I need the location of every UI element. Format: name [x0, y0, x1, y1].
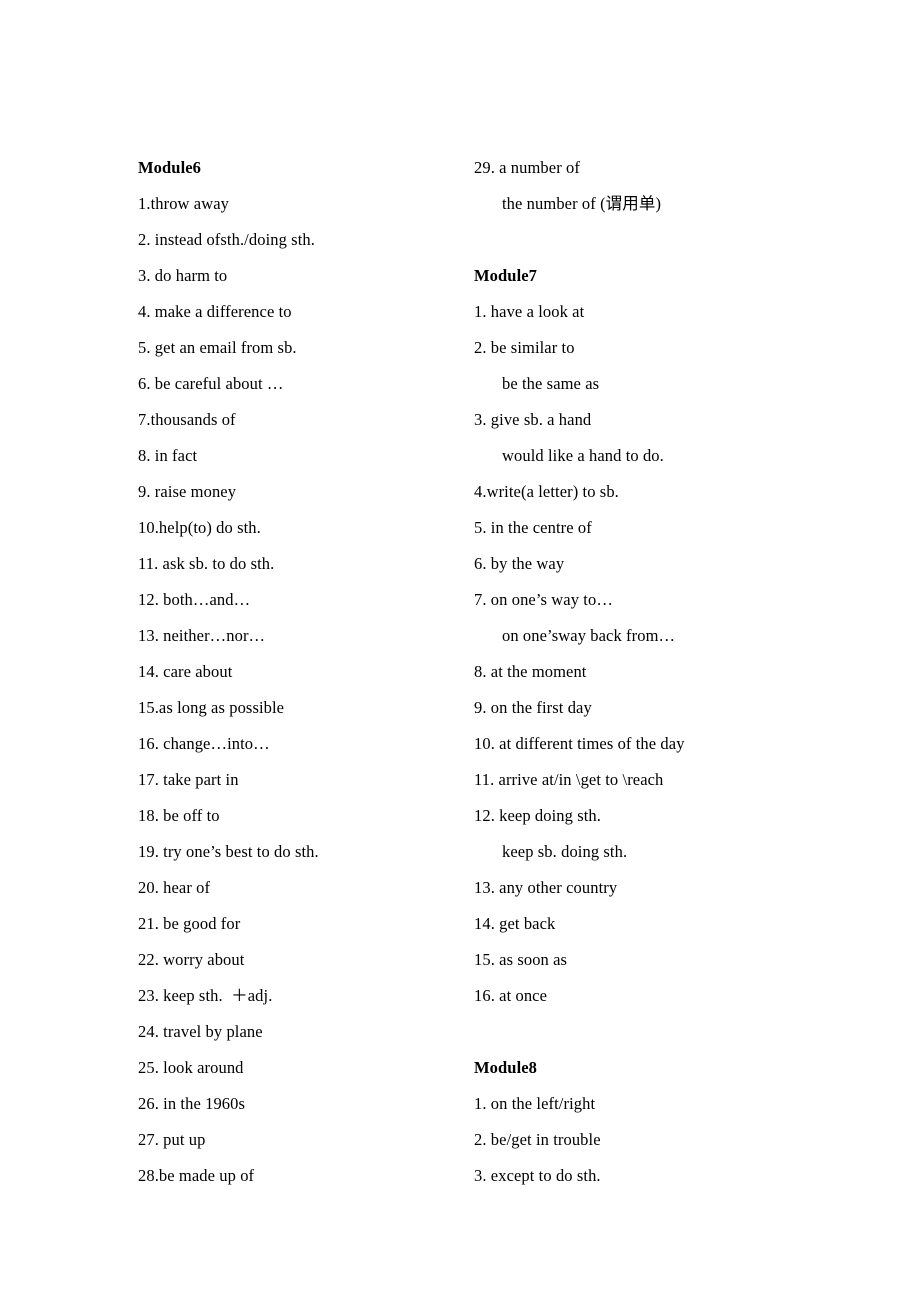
document-page: Module6 1.throw away 2. instead ofsth./doi…: [0, 0, 920, 1302]
phrase-item: 15.as long as possible: [138, 698, 285, 717]
phrase-subline: the number of (谓用单): [502, 194, 662, 213]
phrase-item: 11. arrive at/in \get to \reach: [474, 770, 664, 789]
phrase-item: 13. neither…nor…: [138, 626, 266, 645]
phrase-item: 1.throw away: [138, 194, 230, 213]
phrase-item: 15. as soon as: [474, 950, 568, 969]
phrase-item: 1. on the left/right: [474, 1094, 596, 1113]
phrase-subline: keep sb. doing sth.: [502, 842, 628, 861]
phrase-item: 8. at the moment: [474, 662, 587, 681]
phrase-item: 22. worry about: [138, 950, 245, 969]
phrase-item: 5. get an email from sb.: [138, 338, 297, 357]
phrase-item: 24. travel by plane: [138, 1022, 263, 1041]
module-heading: Module7: [474, 266, 538, 285]
phrase-item: 14. get back: [474, 914, 556, 933]
phrase-subline: be the same as: [502, 374, 600, 393]
phrase-item: 12. both…and…: [138, 590, 251, 609]
phrase-item: 27. put up: [138, 1130, 206, 1149]
phrase-item: 13. any other country: [474, 878, 618, 897]
phrase-item: 7. on one’s way to…: [474, 590, 613, 609]
phrase-subline: on one’sway back from…: [502, 626, 676, 645]
phrase-item: 19. try one’s best to do sth.: [138, 842, 319, 861]
phrase-item: 28.be made up of: [138, 1166, 255, 1185]
module-heading: Module8: [474, 1058, 538, 1077]
phrase-item: 16. change…into…: [138, 734, 270, 753]
right-column: 29. a number of the number of (谓用单) Module…: [474, 150, 814, 1194]
phrase-item: 17. take part in: [138, 770, 239, 789]
phrase-item: 4. make a difference to: [138, 302, 292, 321]
two-column-layout: Module6 1.throw away 2. instead ofsth./doi…: [0, 0, 920, 1302]
phrase-item: 9. raise money: [138, 482, 237, 501]
module-heading: Module6: [138, 158, 202, 177]
phrase-item: 5. in the centre of: [474, 518, 592, 537]
phrase-item: 10. at different times of the day: [474, 734, 685, 753]
phrase-item: 6. be careful about …: [138, 374, 284, 393]
phrase-item: 29. a number of: [474, 158, 580, 177]
phrase-item: 14. care about: [138, 662, 233, 681]
phrase-item: 21. be good for: [138, 914, 241, 933]
phrase-subline: would like a hand to do.: [502, 446, 664, 465]
phrase-item: 6. by the way: [474, 554, 565, 573]
phrase-item: 4.write(a letter) to sb.: [474, 482, 619, 501]
phrase-item: 2. instead ofsth./doing sth.: [138, 230, 315, 249]
phrase-item: 10.help(to) do sth.: [138, 518, 261, 537]
phrase-item: 1. have a look at: [474, 302, 585, 321]
phrase-item: 16. at once: [474, 986, 548, 1005]
phrase-item: 3. give sb. a hand: [474, 410, 592, 429]
phrase-item: 23. keep sth. ＋adj.: [138, 986, 273, 1005]
left-column: Module6 1.throw away 2. instead ofsth./doi…: [138, 150, 478, 1194]
phrase-item: 3. except to do sth.: [474, 1166, 601, 1185]
phrase-item: 20. hear of: [138, 878, 211, 897]
phrase-item: 2. be similar to: [474, 338, 575, 357]
phrase-item: 9. on the first day: [474, 698, 592, 717]
phrase-item: 2. be/get in trouble: [474, 1130, 601, 1149]
phrase-item: 25. look around: [138, 1058, 244, 1077]
phrase-item: 26. in the 1960s: [138, 1094, 246, 1113]
phrase-item: 8. in fact: [138, 446, 198, 465]
phrase-item: 12. keep doing sth.: [474, 806, 602, 825]
phrase-item: 7.thousands of: [138, 410, 236, 429]
phrase-item: 11. ask sb. to do sth.: [138, 554, 275, 573]
phrase-item: 3. do harm to: [138, 266, 228, 285]
phrase-item: 18. be off to: [138, 806, 220, 825]
